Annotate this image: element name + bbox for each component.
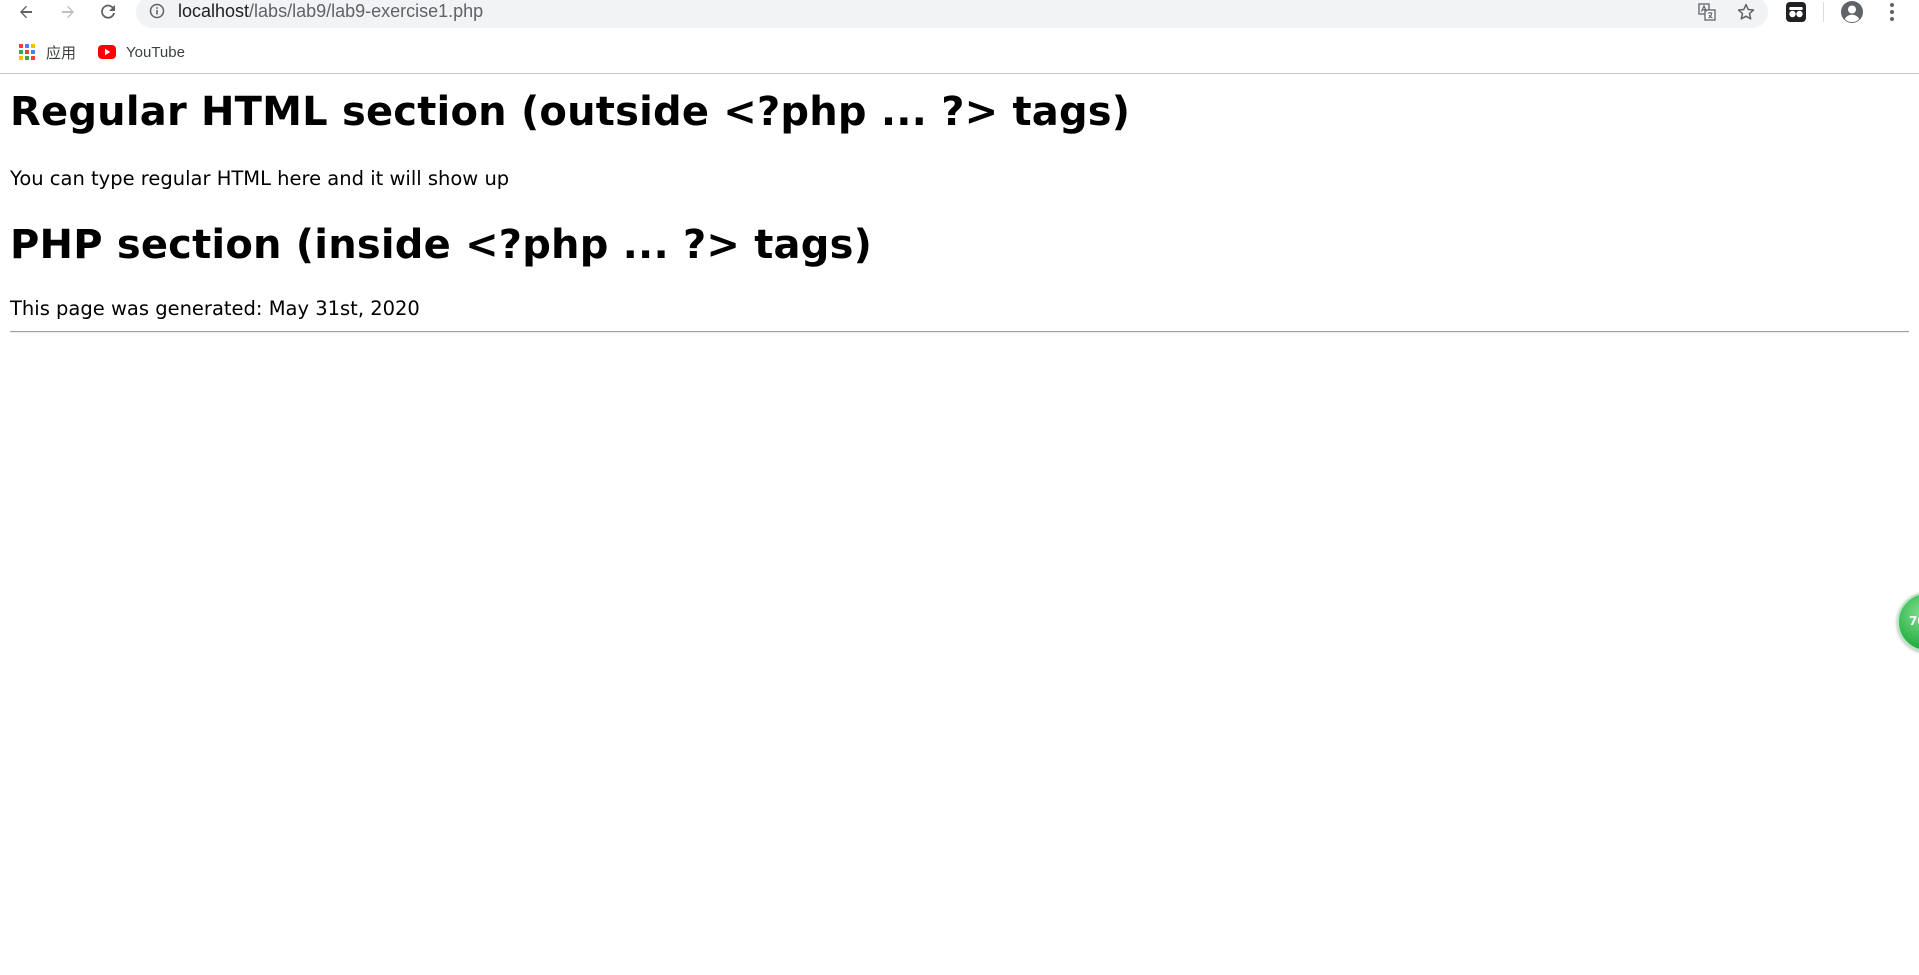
reload-button[interactable]: [94, 0, 122, 24]
reload-icon: [101, 4, 115, 19]
bookmark-youtube[interactable]: YouTube: [98, 42, 185, 62]
address-bar[interactable]: localhost/labs/lab9/lab9-exercise1.php: [136, 0, 1768, 28]
extension-icon[interactable]: [1784, 0, 1808, 24]
info-icon[interactable]: [148, 2, 166, 20]
bookmark-apps[interactable]: 应用: [18, 42, 76, 62]
horizontal-rule: [10, 331, 1909, 333]
arrow-left-icon: [20, 5, 32, 19]
bookmark-star-icon[interactable]: [1736, 2, 1756, 22]
arrow-right-icon: [62, 5, 74, 19]
floating-speed-widget[interactable]: 70: [1897, 592, 1919, 652]
apps-grid-icon: [18, 43, 36, 61]
bookmarks-bar: 应用 YouTube: [0, 38, 1919, 68]
paragraph-regular-html: You can type regular HTML here and it wi…: [10, 167, 510, 190]
toolbar-divider: [1823, 2, 1824, 22]
url-text[interactable]: localhost/labs/lab9/lab9-exercise1.php: [178, 1, 483, 22]
paragraph-generated-date: This page was generated: May 31st, 2020: [10, 297, 420, 320]
browser-chrome: localhost/labs/lab9/lab9-exercise1.php 应…: [0, 0, 1919, 74]
profile-avatar-icon[interactable]: [1838, 0, 1866, 24]
heading-regular-html: Regular HTML section (outside <?php ... …: [10, 89, 1131, 135]
translate-icon[interactable]: [1698, 3, 1716, 21]
bookmark-label: 应用: [46, 44, 77, 62]
more-menu-icon[interactable]: [1880, 0, 1904, 24]
browser-toolbar: localhost/labs/lab9/lab9-exercise1.php: [0, 0, 1919, 28]
url-host: localhost: [178, 1, 250, 21]
bookmark-label: YouTube: [126, 43, 185, 61]
url-path: /labs/lab9/lab9-exercise1.php: [249, 1, 484, 21]
forward-button[interactable]: [54, 0, 82, 24]
floating-widget-label: 70: [1909, 614, 1919, 628]
back-button[interactable]: [12, 0, 40, 24]
heading-php-section: PHP section (inside <?php ... ?> tags): [10, 222, 873, 268]
youtube-icon: [98, 43, 116, 61]
